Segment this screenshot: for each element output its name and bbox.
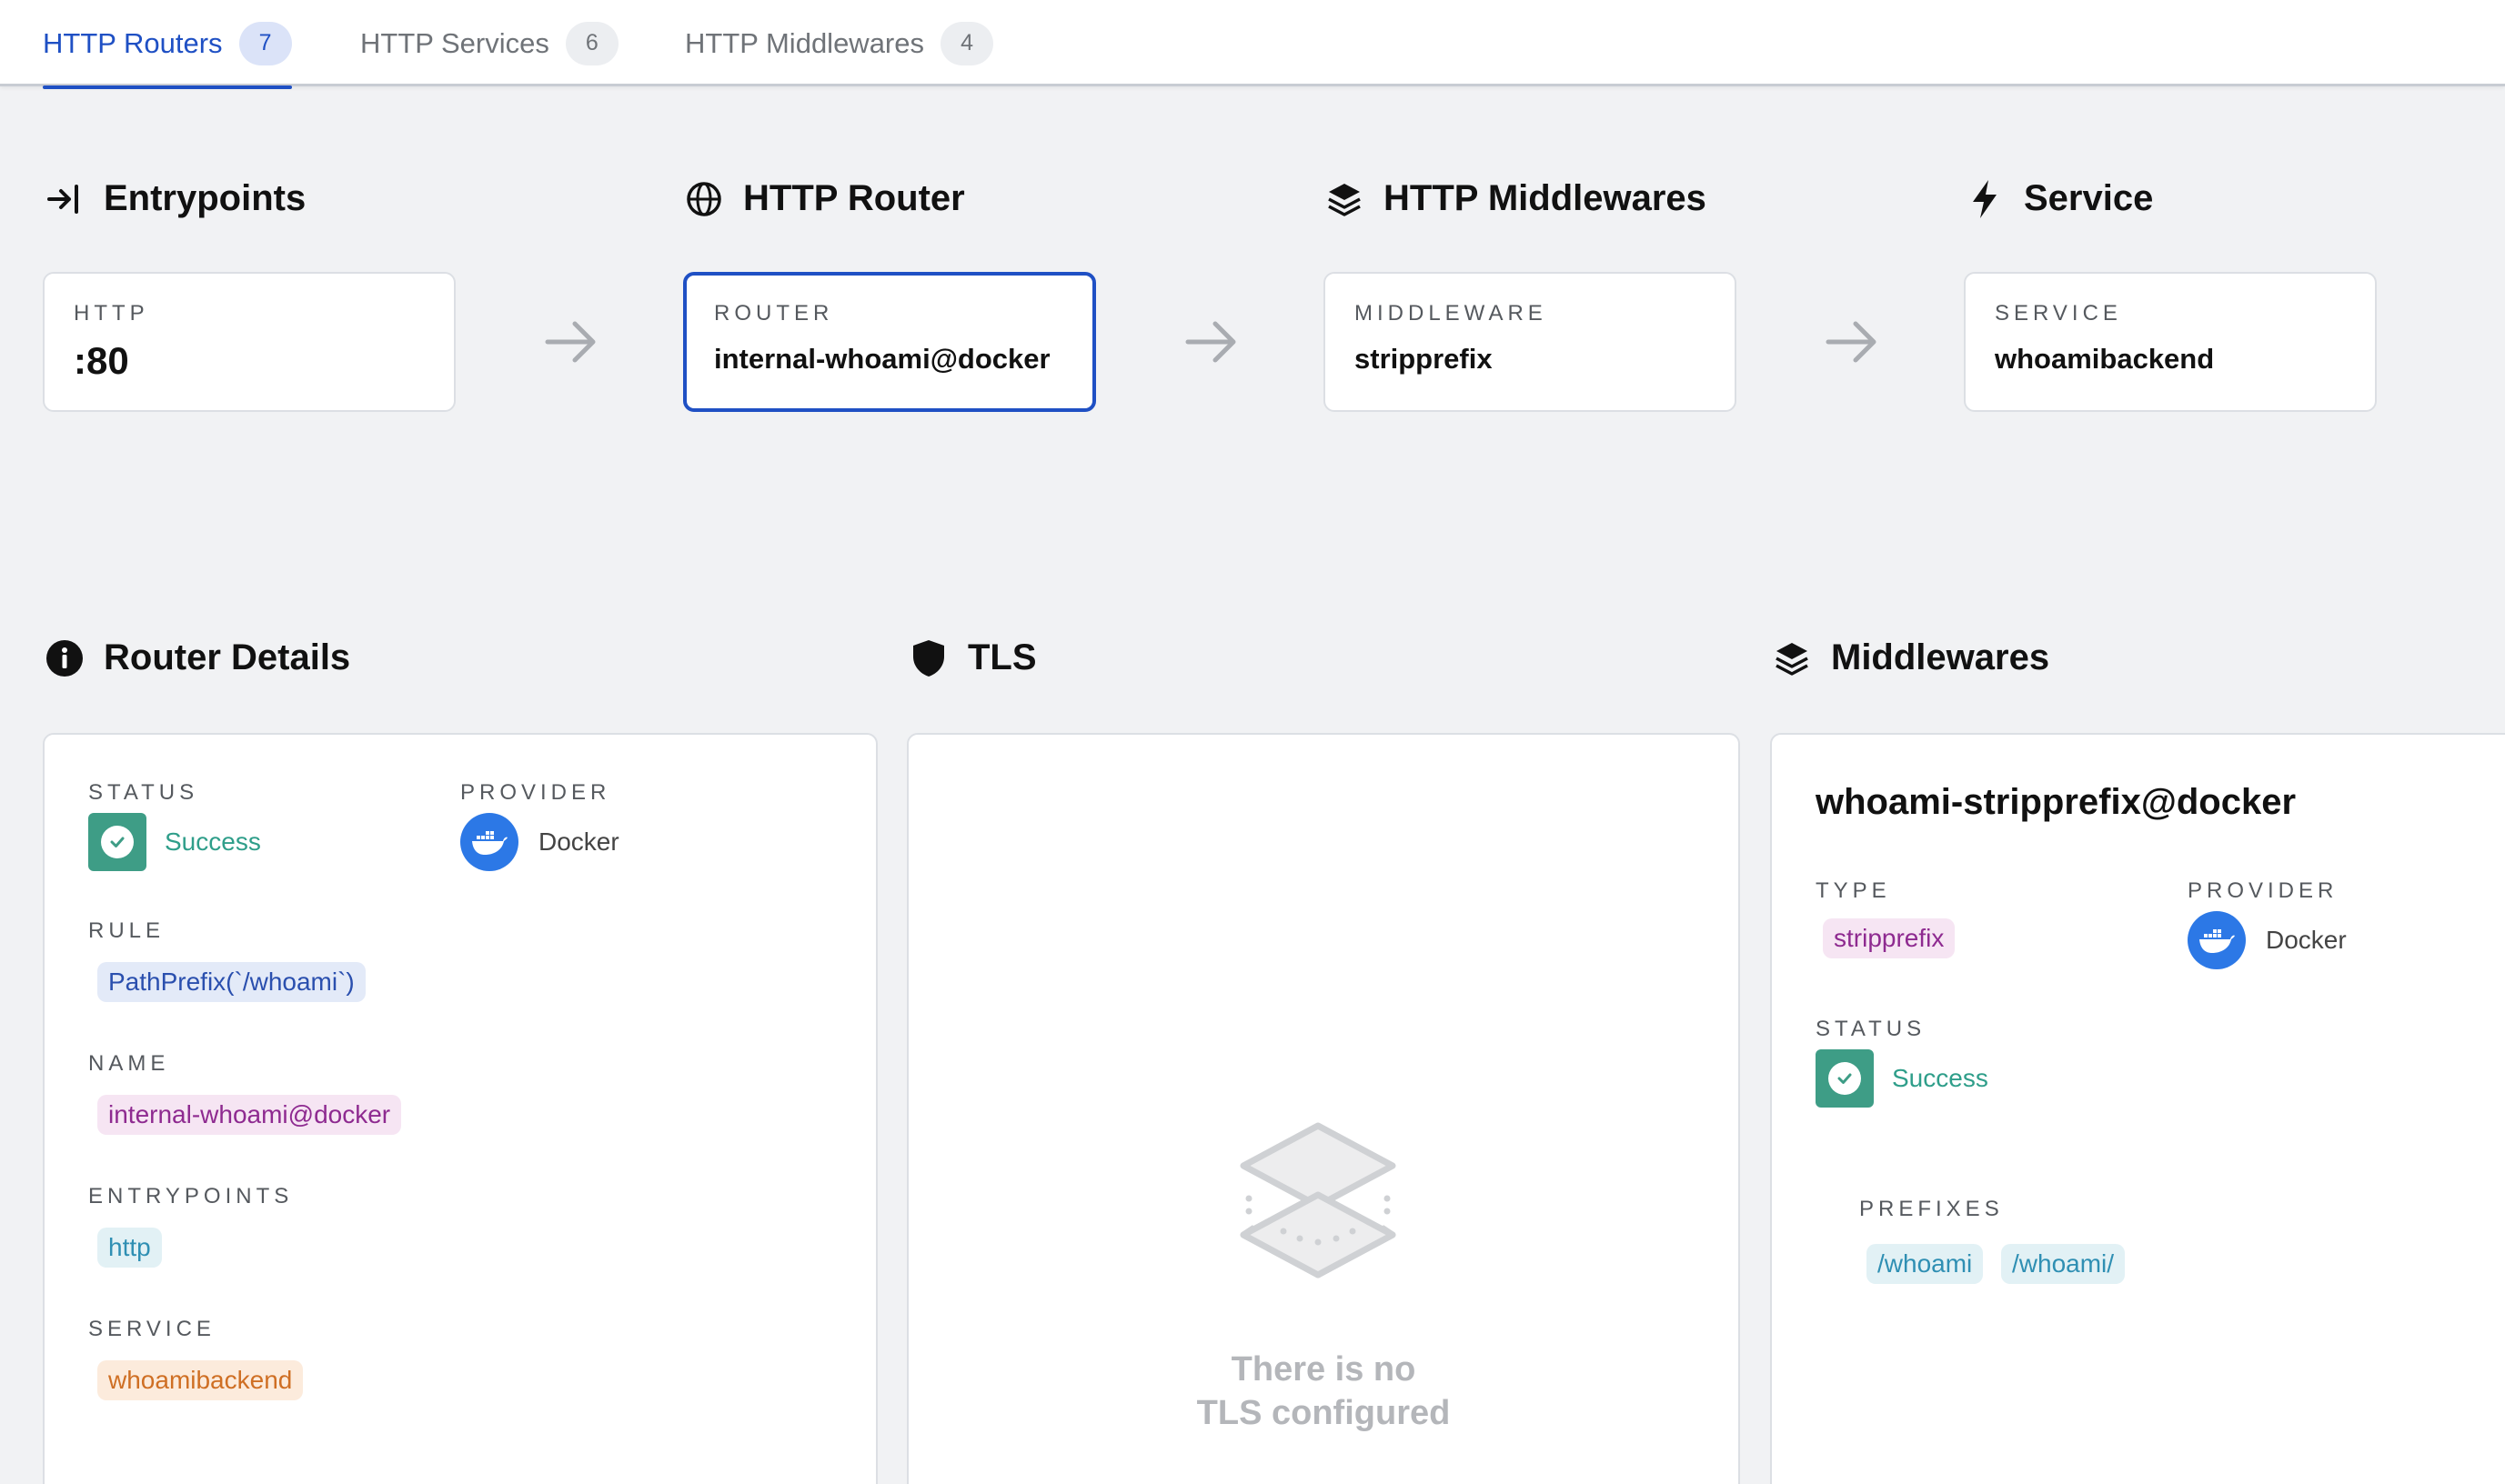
layers-icon: [1325, 180, 1363, 218]
card-value: stripprefix: [1354, 343, 1493, 375]
card-label: SERVICE: [1995, 301, 2122, 326]
tab-label: HTTP Services: [360, 26, 549, 59]
service-heading: Service: [1966, 178, 2153, 219]
status-label: STATUS: [88, 780, 199, 805]
status-label: STATUS: [1816, 1017, 1927, 1041]
tab-bar: HTTP Routers 7 HTTP Services 6 HTTP Midd…: [0, 0, 2505, 89]
rule-chip: PathPrefix(`/whoami`): [97, 962, 366, 1002]
arrow-right-icon: [1826, 321, 1876, 363]
tab-label: HTTP Middlewares: [685, 26, 925, 59]
provider-label: PROVIDER: [2188, 878, 2339, 903]
section-title: Router Details: [104, 637, 351, 677]
arrow-right-icon: [1185, 321, 1236, 363]
docker-icon: [2188, 911, 2246, 969]
middleware-card[interactable]: MIDDLEWARE stripprefix: [1323, 272, 1736, 412]
prefixes-label: PREFIXES: [1859, 1197, 2004, 1221]
provider-label: PROVIDER: [460, 780, 611, 805]
tls-heading: TLS: [910, 637, 1037, 678]
middlewares-panel: whoami-stripprefix@docker TYPE strippref…: [1770, 733, 2505, 1484]
info-icon: [45, 639, 84, 677]
card-value: whoamibackend: [1995, 343, 2215, 375]
tab-count-badge: 7: [238, 21, 292, 65]
status-text: Success: [1892, 1064, 1988, 1092]
login-arrow-icon: [45, 180, 84, 218]
tab-count-badge: 6: [565, 21, 619, 65]
shield-icon: [910, 639, 948, 677]
router-card[interactable]: ROUTER internal-whoami@docker: [683, 272, 1096, 412]
entrypoints-heading: Entrypoints: [45, 178, 306, 219]
type-chip: stripprefix: [1823, 918, 1956, 958]
layers-icon: [1773, 639, 1811, 677]
entrypoint-chip: http: [97, 1228, 162, 1268]
section-title: Middlewares: [1831, 637, 2050, 677]
service-chip: whoamibackend: [97, 1360, 304, 1400]
service-label: SERVICE: [88, 1317, 216, 1341]
tls-empty-line1: There is no: [1231, 1350, 1416, 1389]
name-label: NAME: [88, 1051, 170, 1076]
section-title: HTTP Middlewares: [1383, 178, 1706, 218]
tab-http-routers[interactable]: HTTP Routers 7: [43, 0, 292, 89]
provider-name: Docker: [538, 827, 619, 856]
tab-http-middlewares[interactable]: HTTP Middlewares 4: [685, 0, 994, 86]
middleware-name: whoami-stripprefix@docker: [1816, 782, 2297, 822]
tab-count-badge: 4: [941, 21, 994, 65]
section-title: HTTP Router: [743, 178, 965, 218]
type-label: TYPE: [1816, 878, 1891, 903]
provider-indicator: Docker: [2188, 911, 2347, 969]
http-router-heading: HTTP Router: [685, 178, 965, 219]
check-icon: [1816, 1049, 1874, 1108]
router-details-panel: STATUS Success PROVIDER Docker RULE Path…: [43, 733, 878, 1484]
status-indicator: Success: [88, 813, 261, 871]
arrow-right-icon: [545, 321, 596, 363]
section-title: TLS: [968, 637, 1037, 677]
empty-layers-icon: [1240, 1122, 1396, 1278]
http-middlewares-heading: HTTP Middlewares: [1325, 178, 1706, 219]
prefix-chip: /whoami/: [2001, 1244, 2126, 1284]
service-card[interactable]: SERVICE whoamibackend: [1964, 272, 2377, 412]
card-label: HTTP: [74, 301, 149, 326]
name-chip: internal-whoami@docker: [97, 1095, 402, 1135]
card-label: MIDDLEWARE: [1354, 301, 1547, 326]
globe-icon: [685, 180, 723, 218]
tab-http-services[interactable]: HTTP Services 6: [360, 0, 619, 86]
status-indicator: Success: [1816, 1049, 1988, 1108]
entrypoint-card[interactable]: HTTP :80: [43, 272, 456, 412]
card-value: internal-whoami@docker: [714, 343, 1051, 375]
check-icon: [88, 813, 146, 871]
lightning-icon: [1966, 179, 2004, 218]
provider-name: Docker: [2266, 926, 2347, 954]
status-text: Success: [165, 827, 261, 856]
docker-icon: [460, 813, 518, 871]
entrypoints-label: ENTRYPOINTS: [88, 1184, 294, 1208]
router-details-heading: Router Details: [45, 637, 350, 678]
tab-label: HTTP Routers: [43, 26, 223, 59]
tls-panel: There is no TLS configured: [907, 733, 1740, 1484]
tls-empty-line2: TLS configured: [1196, 1394, 1451, 1432]
rule-label: RULE: [88, 918, 166, 943]
prefix-chip: /whoami: [1866, 1244, 1984, 1284]
section-title: Entrypoints: [104, 178, 307, 218]
card-value: :80: [74, 339, 129, 382]
provider-indicator: Docker: [460, 813, 619, 871]
card-label: ROUTER: [714, 301, 834, 326]
middlewares-heading: Middlewares: [1773, 637, 2049, 678]
section-title: Service: [2024, 178, 2154, 218]
